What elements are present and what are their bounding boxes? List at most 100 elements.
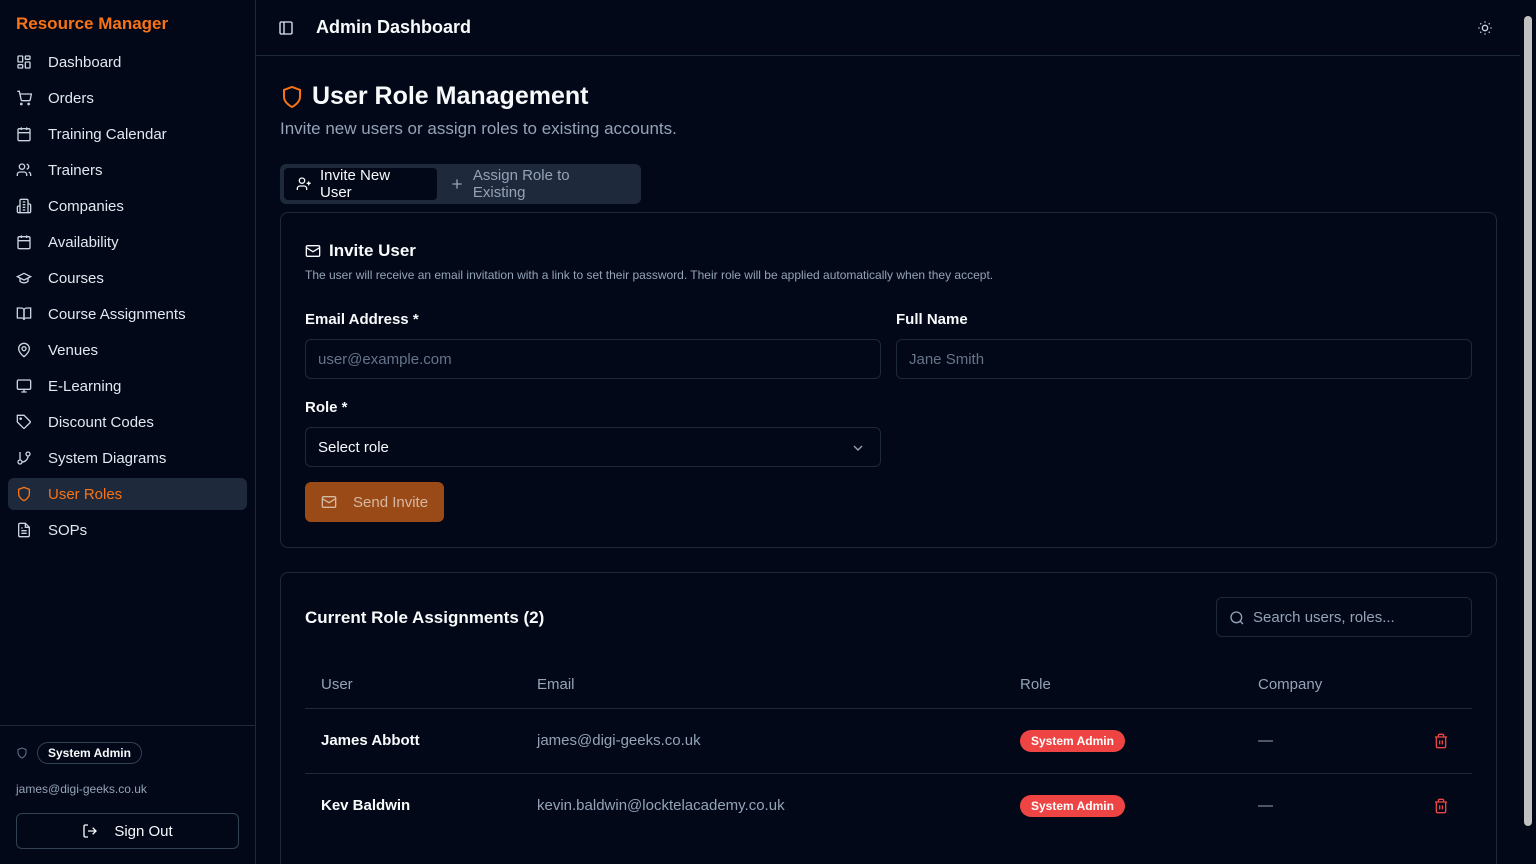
page-title: User Role Management <box>312 82 589 110</box>
row-company: — <box>1258 797 1273 814</box>
trash-icon[interactable] <box>1433 733 1449 749</box>
page-title-row: User Role Management <box>280 82 588 111</box>
row-role: System Admin <box>1020 730 1125 752</box>
search-box <box>1216 597 1472 637</box>
user-email: james@digi-geeks.co.uk <box>16 782 147 796</box>
role-badge: System Admin <box>1020 795 1125 817</box>
tab-label: Invite New User <box>320 167 391 201</box>
page-subtitle: Invite new users or assign roles to exis… <box>280 119 677 138</box>
graduation-cap-icon <box>16 270 32 286</box>
calendar-icon <box>16 234 32 250</box>
sidebar-item-discount-codes[interactable]: Discount Codes <box>8 406 247 438</box>
sidebar-item-label: Companies <box>48 197 124 215</box>
sidebar-item-e-learning[interactable]: E-Learning <box>8 370 247 402</box>
sidebar-item-sops[interactable]: SOPs <box>8 514 247 546</box>
header-title: Admin Dashboard <box>316 17 472 37</box>
sun-icon[interactable] <box>1477 20 1493 36</box>
sidebar-item-label: Discount Codes <box>48 413 154 431</box>
sidebar-item-availability[interactable]: Availability <box>8 226 247 258</box>
sidebar-item-label: Training Calendar <box>48 125 167 143</box>
panel-left-icon[interactable] <box>278 20 294 36</box>
sidebar-item-label: Orders <box>48 89 94 107</box>
shopping-cart-icon <box>16 90 32 106</box>
assignments-title: Current Role Assignments (2) <box>305 608 545 627</box>
plus-icon <box>449 176 465 192</box>
column-header-user: User <box>321 676 353 693</box>
sidebar-item-label: Courses <box>48 269 104 287</box>
log-out-icon <box>82 823 98 839</box>
mail-icon <box>321 494 337 510</box>
shield-icon <box>280 85 304 109</box>
file-text-icon <box>16 522 32 538</box>
sidebar-item-training-calendar[interactable]: Training Calendar <box>8 118 247 150</box>
email-field[interactable] <box>305 339 881 379</box>
role-tabs: Invite New User Assign Role to Existing <box>280 164 641 204</box>
card-description: The user will receive an email invitatio… <box>305 268 994 282</box>
assignments-table: User Email Role Company James Abbott jam… <box>305 661 1472 839</box>
sign-out-button[interactable]: Sign Out <box>16 813 239 849</box>
row-role: System Admin <box>1020 795 1125 817</box>
sidebar-item-courses[interactable]: Courses <box>8 262 247 294</box>
monitor-icon <box>16 378 32 394</box>
trash-icon[interactable] <box>1433 798 1449 814</box>
tab-label: Assign Role to Existing <box>472 167 570 201</box>
row-email: james@digi-geeks.co.uk <box>537 732 701 749</box>
sidebar: Resource Manager Dashboard Orders Traini… <box>0 0 256 864</box>
full-name-field[interactable] <box>896 339 1472 379</box>
map-pin-icon <box>16 342 32 358</box>
sidebar-item-companies[interactable]: Companies <box>8 190 247 222</box>
row-company: — <box>1258 732 1273 749</box>
column-header-email: Email <box>537 676 575 693</box>
role-badge: System Admin <box>37 742 142 764</box>
mail-icon <box>305 243 321 259</box>
card-title: Invite User <box>329 241 416 260</box>
table-header: User Email Role Company <box>305 661 1472 709</box>
tab-invite-new-user[interactable]: Invite New User <box>284 167 437 201</box>
top-header: Admin Dashboard <box>256 0 1520 56</box>
chevron-down-icon <box>850 440 866 456</box>
sidebar-item-label: SOPs <box>48 521 88 539</box>
role-badge: System Admin <box>1020 730 1125 752</box>
sidebar-item-label: Venues <box>48 341 99 359</box>
shield-icon <box>16 747 28 759</box>
row-user: James Abbott <box>321 732 420 749</box>
row-user: Kev Baldwin <box>321 797 411 814</box>
table-row: James Abbott james@digi-geeks.co.uk Syst… <box>305 709 1472 774</box>
sidebar-item-label: Trainers <box>48 161 103 179</box>
sidebar-item-course-assignments[interactable]: Course Assignments <box>8 298 247 330</box>
sidebar-item-trainers[interactable]: Trainers <box>8 154 247 186</box>
users-icon <box>16 162 32 178</box>
invite-user-card: Invite User The user will receive an ema… <box>280 212 1497 548</box>
layout-grid-icon <box>16 54 32 70</box>
sidebar-item-orders[interactable]: Orders <box>8 82 247 114</box>
role-select[interactable]: Select role <box>305 427 881 467</box>
sidebar-item-user-roles[interactable]: User Roles <box>8 478 247 510</box>
sidebar-item-venues[interactable]: Venues <box>8 334 247 366</box>
table-row: Kev Baldwin kevin.baldwin@locktelacademy… <box>305 774 1472 839</box>
sidebar-item-label: System Diagrams <box>48 449 167 467</box>
shield-icon <box>16 486 32 502</box>
row-email: kevin.baldwin@locktelacademy.co.uk <box>537 797 785 814</box>
sidebar-nav: Dashboard Orders Training Calendar Train… <box>8 46 247 550</box>
scrollbar-thumb[interactable] <box>1524 16 1532 826</box>
sidebar-footer: System Admin james@digi-geeks.co.uk Sign… <box>0 725 255 864</box>
full-name-label: Full Name <box>896 311 968 328</box>
tab-assign-role-to-existing[interactable]: Assign Role to Existing <box>437 167 637 201</box>
sidebar-item-system-diagrams[interactable]: System Diagrams <box>8 442 247 474</box>
role-assignments-card: Current Role Assignments (2) User Email … <box>280 572 1497 864</box>
sidebar-item-label: E-Learning <box>48 377 122 395</box>
role-label: Role * <box>305 399 348 416</box>
sidebar-item-dashboard[interactable]: Dashboard <box>8 46 247 78</box>
column-header-role: Role <box>1020 676 1051 693</box>
sign-out-label: Sign Out <box>114 822 173 840</box>
current-role: System Admin <box>16 742 142 764</box>
column-header-company: Company <box>1258 676 1323 693</box>
calendar-icon <box>16 126 32 142</box>
search-input[interactable] <box>1253 598 1468 636</box>
tag-icon <box>16 414 32 430</box>
page-scrollbar[interactable] <box>1520 0 1536 864</box>
send-invite-button[interactable]: Send Invite <box>305 482 444 522</box>
role-select-value: Select role <box>318 438 389 456</box>
search-icon <box>1229 610 1245 626</box>
main-content: User Role Management Invite new users or… <box>256 56 1520 864</box>
